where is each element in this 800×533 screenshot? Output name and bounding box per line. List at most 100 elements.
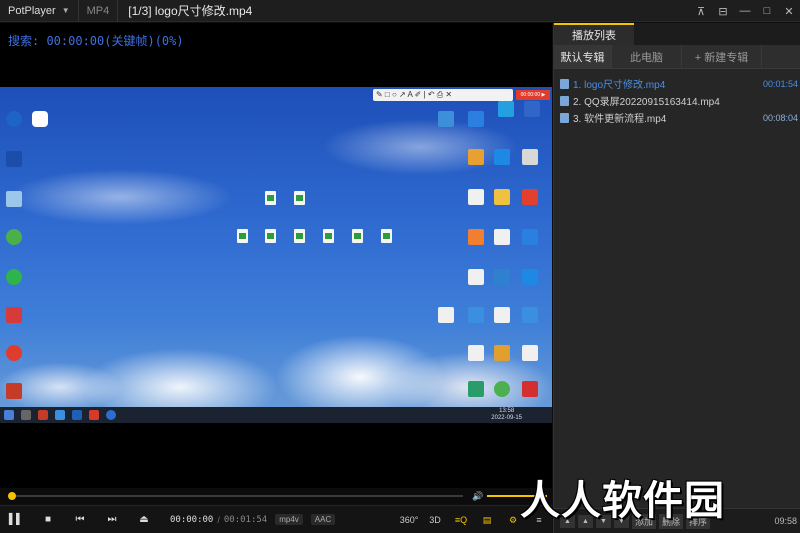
playlist-item-duration: 00:08:04 — [762, 112, 798, 123]
screen-recorder-toolbar: ✎ □ ○ ↗ A ✐ | ↶ ⎙ ✕ — [373, 89, 513, 101]
playlist-item[interactable]: 1. logo尺寸修改.mp4 00:01:54 — [554, 75, 800, 92]
seek-knob[interactable] — [8, 492, 16, 500]
desktop-icon — [494, 189, 510, 205]
format-label: MP4 — [79, 0, 119, 22]
site-watermark: 人人软件园 — [520, 479, 725, 523]
playlist-list: 1. logo尺寸修改.mp4 00:01:54 2. QQ录屏20220915… — [554, 69, 800, 126]
desktop-icon — [522, 189, 538, 205]
acrobat-icon — [522, 381, 538, 397]
chevron-down-icon: ▼ — [61, 6, 70, 15]
taskbar-app-icon — [55, 410, 65, 420]
desktop-icon — [498, 101, 514, 117]
video-file-icon — [560, 78, 569, 89]
playlist-item-duration: 00:01:54 — [762, 78, 798, 89]
playlist-item-name: 2. QQ录屏20220915163414.mp4 — [573, 97, 720, 108]
previous-button[interactable]: ⏮ — [64, 506, 96, 533]
filezilla-icon — [38, 410, 48, 420]
app-name: PotPlayer — [8, 4, 56, 17]
desktop-icon — [32, 111, 48, 127]
desktop-icon — [468, 307, 484, 323]
chapter-button[interactable]: ▤ — [474, 515, 500, 526]
tab-this-pc[interactable]: 此电脑 — [612, 45, 682, 68]
video-area[interactable]: 搜索: 00:00:00(关键帧)(0%) ✎ □ ○ ↗ A ✐ | ↶ ⎙ … — [0, 23, 552, 488]
photoshop-icon — [6, 151, 22, 167]
filezilla-icon — [6, 383, 22, 399]
desktop-icon — [522, 307, 538, 323]
desktop-icon — [438, 307, 454, 323]
wechat-icon — [6, 269, 22, 285]
total-time: 00:01:54 — [223, 514, 268, 525]
3d-button[interactable]: 3D — [422, 515, 448, 525]
desktop-icon — [522, 229, 538, 245]
desktop-icon — [6, 307, 22, 323]
playlist-item[interactable]: 3. 软件更新流程.mp4 00:08:04 — [554, 109, 800, 126]
pause-button[interactable]: ▌▌ — [0, 506, 32, 533]
seek-track[interactable] — [8, 495, 463, 497]
taskbar-app-icon — [89, 410, 99, 420]
desktop-file-icon — [265, 191, 276, 205]
vr-360-button[interactable]: 360° — [396, 515, 422, 525]
window-title: [1/3] logo尺寸修改.mp4 — [128, 4, 253, 18]
desktop-icon — [468, 229, 484, 245]
desktop-icon — [6, 229, 22, 245]
taskbar-time: 13:58 — [499, 408, 515, 414]
seek-status-text: 搜索: 00:00:00(关键帧)(0%) — [8, 34, 184, 48]
desktop-icon — [6, 345, 22, 361]
desktop-icon — [6, 111, 22, 127]
desktop-icon — [468, 111, 484, 127]
desktop-file-icon — [352, 229, 363, 243]
taskbar-clock: 13:58 2022-09-15 — [491, 408, 522, 422]
audio-codec-badge[interactable]: AAC — [310, 514, 336, 525]
tab-playlist[interactable]: 播放列表 — [554, 23, 634, 45]
close-button[interactable]: ✕ — [778, 0, 800, 22]
desktop-icon — [468, 189, 484, 205]
desktop-icon — [494, 269, 510, 285]
taskbar-date: 2022-09-15 — [491, 415, 522, 421]
playlist-item[interactable]: 2. QQ录屏20220915163414.mp4 — [554, 92, 800, 109]
taskbar-app-icon — [72, 410, 82, 420]
maximize-button[interactable]: □ — [756, 0, 778, 22]
desktop-file-icon — [294, 229, 305, 243]
desktop-icon — [438, 111, 454, 127]
desktop-icon — [524, 101, 540, 117]
seek-bar-row: 🔊 — [0, 488, 552, 504]
subtitle-search-button[interactable]: ≡Q — [448, 515, 474, 525]
desktop-icon — [468, 269, 484, 285]
mini-mode-icon[interactable]: ⊟ — [712, 0, 734, 22]
volume-icon[interactable]: 🔊 — [472, 491, 483, 502]
desktop-icon — [522, 269, 538, 285]
next-button[interactable]: ⏭ — [96, 506, 128, 533]
taskbar-app-icon — [106, 410, 116, 420]
title-bar: PotPlayer ▼ MP4 [1/3] logo尺寸修改.mp4 ⊼ ⊟ —… — [0, 0, 800, 22]
desktop-icon — [494, 307, 510, 323]
window-controls: ⊼ ⊟ — □ ✕ — [690, 0, 800, 22]
desktop-icon — [522, 345, 538, 361]
desktop-icon — [468, 381, 484, 397]
desktop-icon — [468, 149, 484, 165]
video-codec-badge[interactable]: mp4v — [275, 514, 303, 525]
eject-button[interactable]: ⏏ — [128, 506, 160, 533]
desktop-icon — [468, 345, 484, 361]
video-frame[interactable]: ✎ □ ○ ↗ A ✐ | ↶ ⎙ ✕ 00:00:00 ▶ 13:58 202… — [0, 87, 552, 423]
desktop-icon — [494, 149, 510, 165]
tab-default-album[interactable]: 默认专辑 — [554, 45, 612, 68]
playlist-item-name: 1. logo尺寸修改.mp4 — [573, 80, 666, 91]
search-icon — [21, 410, 31, 420]
video-file-icon — [560, 95, 569, 106]
new-album-button[interactable]: + 新建专辑 — [682, 45, 762, 68]
desktop-file-icon — [294, 191, 305, 205]
album-tabs: 默认专辑 此电脑 + 新建专辑 — [554, 45, 800, 69]
potplayer-window: PotPlayer ▼ MP4 [1/3] logo尺寸修改.mp4 ⊼ ⊟ —… — [0, 0, 800, 533]
desktop-icon — [522, 149, 538, 165]
app-menu-button[interactable]: PotPlayer ▼ — [0, 0, 79, 22]
playlist-total-time: 09:58 — [774, 516, 797, 526]
pin-icon[interactable]: ⊼ — [690, 0, 712, 22]
start-icon — [4, 410, 14, 420]
playlist-panel: 播放列表 默认专辑 此电脑 + 新建专辑 1. logo尺寸修改.mp4 00:… — [553, 23, 800, 533]
time-separator: / — [217, 514, 220, 525]
desktop-file-icon — [237, 229, 248, 243]
minimize-button[interactable]: — — [734, 0, 756, 22]
stop-button[interactable]: ■ — [32, 506, 64, 533]
desktop-icon — [494, 345, 510, 361]
playlist-item-name: 3. 软件更新流程.mp4 — [573, 114, 667, 125]
